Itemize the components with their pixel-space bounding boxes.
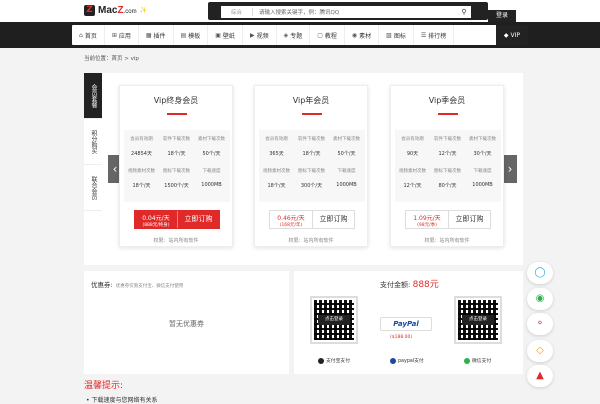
buy-button[interactable]: 立即订购	[312, 211, 354, 228]
nav-item-home[interactable]: ⌂ 首页	[72, 25, 105, 45]
notice-item: • 下载速度与您网络有关系	[86, 397, 158, 404]
plan-price: 0.04元/天 (888元/终身)	[142, 215, 170, 228]
qr-login-button[interactable]: 点击登录	[462, 315, 494, 325]
sparkle-icon: ✨	[139, 7, 148, 14]
coupon-empty-text: 暂无优惠券	[169, 320, 204, 328]
diamond-icon[interactable]: ◇	[527, 340, 553, 362]
nav-item-wallpapers[interactable]: ▣ 壁纸	[208, 25, 243, 45]
price-row: 1.09元/天 (98元/季) 立即订购	[405, 210, 491, 229]
nav-item-topics[interactable]: ◈ 专题	[277, 25, 311, 45]
pay-amount: 支付金额: 888元	[380, 280, 439, 290]
plan-permission: 权限：站内所有软件	[153, 238, 199, 244]
plan-stats: 会员有效期 90天 软件下载次数 12个/天 素材下载次数 30个/天 视频素材次数 1…	[395, 130, 501, 202]
plan-stats: 会员有效期 365天 软件下载次数 18个/天 素材下载次数 50个/天 视频素材次数…	[259, 130, 365, 202]
site-logo[interactable]: Z MacZ.com ✨	[84, 5, 147, 16]
next-arrow-button[interactable]: ›	[503, 155, 517, 183]
alipay-option[interactable]: 支付宝支付	[318, 357, 350, 364]
coupon-panel: 优惠券: 优惠券仅限支付宝、微信支付使用 暂无优惠券	[84, 271, 289, 374]
main-nav: ⌂ 首页 ⊞ 应用 ▦ 插件 ▤ 模板 ▣ 壁纸 ▶ 视频 ◈ 专题 ▢ 教程 ◉ 素材 ▧ 图标 …	[72, 25, 528, 45]
video-icon: ▶	[249, 31, 255, 39]
apps-icon: ⊞	[111, 31, 117, 39]
nav-item-videos[interactable]: ▶ 视频	[243, 25, 277, 45]
tab-joint-membership[interactable]: 联合会员	[84, 165, 102, 211]
plan-permission: 权限：站内所有软件	[424, 238, 470, 244]
nav-item-icons[interactable]: ▧ 图标	[379, 25, 414, 45]
wechat-icon[interactable]: ◉	[527, 288, 553, 310]
plan-stats: 会员有效期 24854天 软件下载次数 18个/天 素材下载次数 50个/天 视频素材…	[124, 130, 230, 202]
nav-item-materials[interactable]: ◉ 素材	[345, 25, 380, 45]
top-bar: Z MacZ.com ✨ 综合 请输入搜索关键字，例：腾讯QQ ⚲ 登录	[0, 0, 600, 22]
nav-item-ranking[interactable]: ☰ 排行榜	[414, 25, 455, 45]
alipay-icon	[318, 357, 324, 364]
nav-item-vip[interactable]: ◆ VIP	[495, 25, 528, 45]
paypal-icon	[390, 357, 396, 364]
search-input[interactable]: 请输入搜索关键字，例：腾讯QQ	[253, 8, 457, 16]
price-row: 0.46元/天 (168元/年) 立即订购	[269, 210, 355, 229]
search-category-select[interactable]: 综合	[221, 8, 253, 16]
plugin-icon: ▦	[145, 31, 152, 39]
ranking-icon: ☰	[420, 31, 427, 39]
title-underline	[167, 113, 187, 115]
paypal-usd-amount: ($188.00)	[390, 335, 413, 340]
price-row: 0.04元/天 (888元/终身) 立即订购	[134, 210, 220, 229]
plan-price: 0.46元/天 (168元/年)	[277, 215, 305, 228]
alipay-qr[interactable]: 点击登录	[310, 296, 358, 344]
topic-icon: ◈	[283, 31, 289, 39]
top-icon[interactable]: ▲	[527, 365, 553, 387]
plan-permission: 权限：站内所有软件	[288, 238, 334, 244]
login-button[interactable]: 登录	[488, 10, 516, 22]
tab-points[interactable]: 积分购买	[84, 119, 102, 165]
title-underline	[438, 113, 458, 115]
coupon-title: 优惠券: 优惠券仅限支付宝、微信支付使用	[91, 281, 184, 289]
paypal-logo[interactable]: PayPal	[380, 317, 432, 331]
search-bar: 综合 请输入搜索关键字，例：腾讯QQ ⚲	[208, 2, 488, 20]
template-icon: ▤	[180, 31, 187, 39]
search-box[interactable]: 综合 请输入搜索关键字，例：腾讯QQ ⚲	[221, 6, 471, 18]
icons-icon: ▧	[386, 31, 392, 39]
plan-title: Vip季会员	[428, 96, 466, 105]
nav-item-apps[interactable]: ⊞ 应用	[105, 25, 139, 45]
title-underline	[302, 113, 322, 115]
wechat-icon	[464, 357, 470, 364]
sina-icon[interactable]: ⚬	[527, 313, 553, 335]
plan-title: Vip年会员	[292, 96, 330, 105]
buy-button[interactable]: 立即订购	[177, 211, 219, 228]
wallpaper-icon: ▣	[215, 31, 221, 39]
notice-title: 温馨提示:	[84, 381, 124, 391]
nav-item-templates[interactable]: ▤ 模板	[174, 25, 209, 45]
plan-card-lifetime: Vip终身会员 会员有效期 24854天 软件下载次数 18个/天 素材下载次数 50…	[119, 85, 233, 247]
payment-panel: 支付金额: 888元 点击登录 PayPal ($188.00) 点击登录 支付…	[294, 271, 523, 374]
paypal-option[interactable]: paypal支付	[390, 357, 424, 364]
nav-item-plugins[interactable]: ▦ 插件	[139, 25, 174, 45]
home-icon: ⌂	[79, 31, 83, 39]
plan-tabs: 会员套餐 积分购买 联合会员	[84, 73, 102, 211]
tab-membership[interactable]: 会员套餐	[84, 73, 102, 119]
qr-login-button[interactable]: 点击登录	[318, 315, 350, 325]
diamond-icon: ◆	[503, 31, 509, 39]
logo-mark-icon: Z	[84, 5, 95, 16]
plan-card-quarterly: Vip季会员 会员有效期 90天 软件下载次数 12个/天 素材下载次数 30个/天 …	[390, 85, 504, 247]
wechat-qr[interactable]: 点击登录	[454, 296, 502, 344]
plan-title: Vip终身会员	[153, 96, 199, 105]
qq-icon[interactable]: ◯	[527, 262, 553, 284]
buy-button[interactable]: 立即订购	[448, 211, 490, 228]
tutorial-icon: ▢	[317, 31, 323, 39]
breadcrumb: 当前位置：首页 > vip	[84, 56, 139, 62]
plan-price: 1.09元/天 (98元/季)	[413, 215, 441, 228]
search-icon[interactable]: ⚲	[457, 8, 471, 16]
plan-card-yearly: Vip年会员 会员有效期 365天 软件下载次数 18个/天 素材下载次数 50个/天…	[254, 85, 368, 247]
material-icon: ◉	[351, 31, 358, 39]
wechat-option[interactable]: 微信支付	[464, 357, 491, 364]
logo-text: MacZ.com	[98, 5, 137, 16]
nav-item-tutorials[interactable]: ▢ 教程	[310, 25, 345, 45]
